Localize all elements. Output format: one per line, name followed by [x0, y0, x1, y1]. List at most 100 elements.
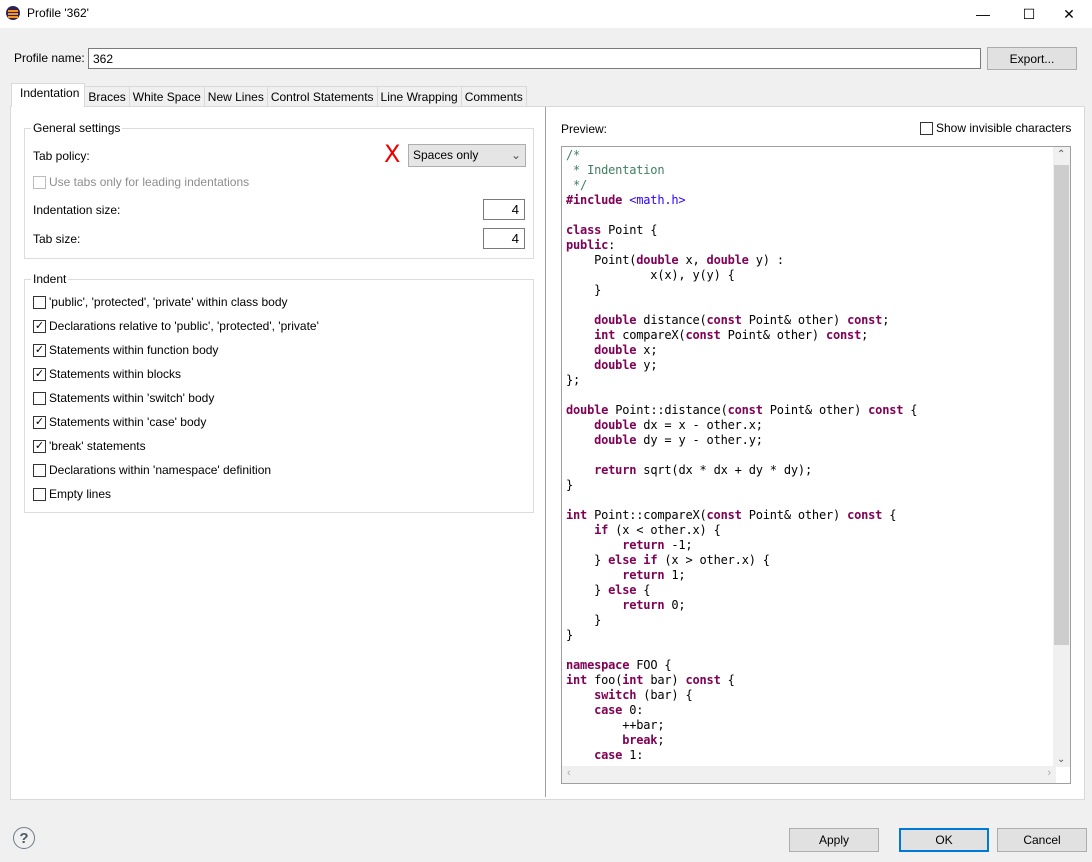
- close-button[interactable]: ✕: [1046, 0, 1092, 28]
- window-title: Profile '362': [27, 6, 89, 20]
- code-line: x(x), y(y) {: [650, 268, 735, 282]
- code-line: int Point::compareX(const Point& other) …: [566, 508, 897, 522]
- ok-button[interactable]: OK: [899, 828, 989, 852]
- checkbox-label: Show invisible characters: [936, 121, 1072, 135]
- code-line: break;: [622, 733, 665, 747]
- tab-policy-dropdown[interactable]: Spaces only ⌄: [408, 144, 526, 167]
- show-invisible-checkbox[interactable]: Show invisible characters: [920, 121, 1071, 135]
- help-icon[interactable]: ?: [13, 827, 35, 849]
- code-line: };: [566, 373, 581, 387]
- scroll-up-icon[interactable]: ⌃: [1057, 149, 1065, 160]
- checkbox[interactable]: [33, 295, 46, 309]
- indent-size-label: Indentation size:: [33, 203, 121, 217]
- eclipse-logo-icon: [6, 6, 20, 20]
- checkbox-label: Statements within function body: [49, 343, 219, 357]
- code-line: return 0;: [622, 598, 686, 612]
- indent-option-checkbox[interactable]: Declarations within 'namespace' definiti…: [33, 463, 271, 477]
- code-line: }: [566, 478, 574, 492]
- indent-size-input[interactable]: [483, 199, 525, 220]
- group-title: General settings: [31, 121, 123, 135]
- code-line: return sqrt(dx * dx + dy * dy);: [594, 463, 812, 477]
- checkbox[interactable]: [33, 391, 46, 405]
- code-line: }: [566, 283, 602, 297]
- scroll-left-icon[interactable]: ‹: [567, 767, 571, 779]
- scrollbar-thumb[interactable]: [1054, 165, 1069, 645]
- checkbox[interactable]: [920, 121, 933, 135]
- checkmark-icon[interactable]: ✓: [33, 367, 46, 381]
- code-line: int compareX(const Point& other) const;: [594, 328, 869, 342]
- tab-size-input[interactable]: [483, 228, 525, 249]
- indent-option-checkbox[interactable]: ✓'break' statements: [33, 439, 146, 453]
- group-title: Indent: [31, 272, 69, 286]
- tab-indentation[interactable]: Indentation: [11, 83, 86, 107]
- checkbox-label: Statements within blocks: [49, 367, 182, 381]
- chevron-down-icon: ⌄: [510, 148, 521, 162]
- checkbox-label: Statements within 'switch' body: [49, 391, 215, 405]
- checkbox-label: 'public', 'protected', 'private' within …: [49, 295, 288, 309]
- indent-option-checkbox[interactable]: ✓ Statements within 'case' body: [33, 415, 206, 429]
- checkbox[interactable]: [33, 463, 46, 477]
- code-line: double dy = y - other.y;: [594, 433, 763, 447]
- scroll-right-icon[interactable]: ›: [1047, 767, 1051, 779]
- pane-divider[interactable]: [545, 107, 546, 797]
- checkbox-label: Declarations relative to 'public', 'prot…: [49, 319, 319, 333]
- code-preview[interactable]: /* * Indentation */#include <math.h> cla…: [561, 146, 1071, 784]
- vertical-scrollbar[interactable]: ⌃ ⌄: [1053, 147, 1070, 767]
- code-line: double distance(const Point& other) cons…: [594, 313, 890, 327]
- code-line: }: [566, 613, 602, 627]
- profile-name-label: Profile name:: [14, 51, 85, 65]
- code-line: }: [566, 628, 574, 642]
- checkbox-label: Use tabs only for leading indentations: [49, 175, 250, 189]
- tab-white-space[interactable]: White Space: [128, 86, 205, 107]
- checkbox-label: Statements within 'case' body: [49, 415, 207, 429]
- title-bar: Profile '362' — ☐ ✕: [0, 0, 1092, 28]
- profile-name-input[interactable]: [88, 48, 981, 69]
- indent-option-checkbox[interactable]: Empty lines: [33, 487, 111, 501]
- cancel-button[interactable]: Cancel: [997, 828, 1087, 852]
- tab-comments[interactable]: Comments: [460, 86, 527, 107]
- checkbox[interactable]: [33, 487, 46, 501]
- checkmark-icon[interactable]: ✓: [33, 319, 46, 333]
- checkbox-label: Empty lines: [49, 487, 112, 501]
- checkmark-icon[interactable]: ✓: [33, 415, 46, 429]
- checkmark-icon[interactable]: ✓: [33, 343, 46, 357]
- use-tabs-checkbox: Use tabs only for leading indentations: [33, 175, 249, 189]
- export-button[interactable]: Export...: [987, 47, 1077, 70]
- indent-option-checkbox[interactable]: 'public', 'protected', 'private' within …: [33, 295, 288, 309]
- code-line: namespace FOO {: [566, 658, 672, 672]
- code-line: return 1;: [622, 568, 686, 582]
- code-line: if (x < other.x) {: [594, 523, 721, 537]
- scroll-down-icon[interactable]: ⌄: [1057, 754, 1065, 765]
- apply-button[interactable]: Apply: [789, 828, 879, 852]
- tab-line-wrapping[interactable]: Line Wrapping: [376, 86, 462, 107]
- indent-option-checkbox[interactable]: ✓ Declarations relative to 'public', 'pro…: [33, 319, 319, 333]
- code-line: #include <math.h>: [566, 193, 686, 207]
- minimize-button[interactable]: —: [960, 0, 1006, 28]
- code-line: case 1:: [594, 748, 644, 762]
- tab-control-statements[interactable]: Control Statements: [266, 86, 378, 107]
- indent-option-checkbox[interactable]: Statements within 'switch' body: [33, 391, 214, 405]
- indent-option-checkbox[interactable]: ✓ Statements within function body: [33, 343, 218, 357]
- tab-bar: Indentation Braces White Space New Lines…: [11, 83, 527, 107]
- tab-new-lines[interactable]: New Lines: [203, 86, 268, 107]
- code-line: */: [566, 178, 588, 192]
- code-line: case 0:: [594, 703, 644, 717]
- code-line: double dx = x - other.x;: [594, 418, 763, 432]
- code-line: return -1;: [622, 538, 693, 552]
- code-line: double y;: [594, 358, 658, 372]
- dropdown-value: Spaces only: [413, 148, 479, 162]
- indent-option-checkbox[interactable]: ✓ Statements within blocks: [33, 367, 181, 381]
- code-line: ++bar;: [566, 718, 665, 732]
- checkbox-label: 'break' statements: [49, 439, 146, 453]
- checkmark-icon[interactable]: ✓: [33, 439, 46, 453]
- tab-braces[interactable]: Braces: [84, 86, 130, 107]
- code-line: } else {: [566, 583, 651, 597]
- indent-group: Indent 'public', 'protected', 'private' …: [24, 272, 534, 513]
- tab-size-label: Tab size:: [33, 232, 81, 246]
- horizontal-scrollbar[interactable]: ‹ ›: [562, 766, 1056, 783]
